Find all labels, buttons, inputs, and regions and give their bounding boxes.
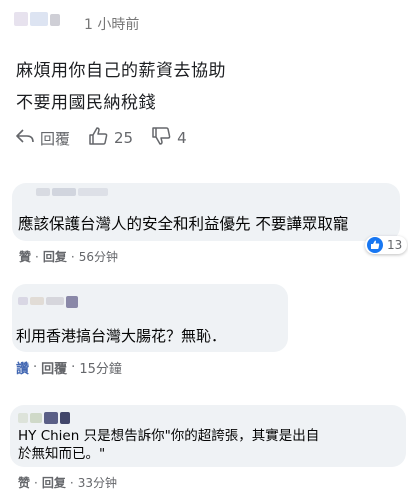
dislike-count: 4 xyxy=(177,129,187,147)
like-link[interactable]: 讚 xyxy=(16,358,29,377)
comment-time: 56分钟 xyxy=(78,250,118,264)
blurred-username xyxy=(30,413,42,423)
comment-time: 15分鐘 xyxy=(79,362,122,377)
comment-text-line: 不要用國民納稅錢 xyxy=(16,93,156,113)
separator: · xyxy=(70,249,75,264)
like-reaction-icon xyxy=(367,237,383,253)
blurred-username xyxy=(52,188,76,196)
like-count: 25 xyxy=(114,129,134,147)
blurred-username xyxy=(46,297,64,305)
reply-link[interactable]: 回复 xyxy=(43,248,67,265)
reaction-count-badge[interactable]: 13 xyxy=(365,236,408,254)
blurred-username xyxy=(30,12,48,26)
reply-button[interactable]: 回覆 xyxy=(16,128,70,149)
separator: · xyxy=(69,475,74,490)
comment-text-line: 於無知而已。" xyxy=(18,446,106,462)
comment-actions: 回覆 25 4 xyxy=(16,124,205,152)
blurred-username xyxy=(60,412,70,424)
separator: · xyxy=(34,475,38,490)
comment-meta: 赞 · 回复 · 33分钟 xyxy=(18,474,117,491)
separator: · xyxy=(35,249,39,264)
reply-label: 回覆 xyxy=(40,129,71,148)
dislike-button[interactable]: 4 xyxy=(151,127,187,149)
like-link[interactable]: 贊 xyxy=(19,248,31,265)
comment-meta: 贊 · 回复 · 56分钟 xyxy=(19,248,118,265)
blurred-username xyxy=(36,188,50,196)
comment-text: 利用香港搞台灣大腸花？無恥． xyxy=(16,327,227,345)
blurred-username xyxy=(50,14,60,26)
blurred-username xyxy=(66,296,78,308)
reply-link[interactable]: 回覆 xyxy=(41,358,67,377)
comment-text: 應該保護台灣人的安全和利益優先 不要譁眾取寵 xyxy=(18,215,349,233)
thumbs-down-icon xyxy=(151,127,177,149)
blurred-username xyxy=(18,413,28,423)
comment-meta: 讚 · 回覆 · 15分鐘 xyxy=(16,358,122,377)
blurred-username xyxy=(44,412,58,424)
blurred-username xyxy=(14,12,28,26)
blurred-username xyxy=(30,297,44,305)
comment-text-line: HY Chien 只是想告訴你"你的超誇張，其實是出自 xyxy=(18,428,320,444)
comment-text-line: 麻煩用你自己的薪資去協助 xyxy=(16,61,226,81)
reply-icon xyxy=(16,128,40,148)
blurred-username xyxy=(78,188,108,196)
separator: · xyxy=(71,360,76,375)
like-button[interactable]: 25 xyxy=(88,127,133,149)
separator: · xyxy=(33,360,38,375)
thumbs-up-icon xyxy=(88,127,114,149)
blurred-username xyxy=(18,297,28,305)
reaction-count: 13 xyxy=(387,238,403,252)
like-link[interactable]: 赞 xyxy=(18,474,30,491)
comment-time: 33分钟 xyxy=(77,476,117,490)
comment-time: 1 小時前 xyxy=(84,17,140,33)
reply-link[interactable]: 回复 xyxy=(42,474,66,491)
